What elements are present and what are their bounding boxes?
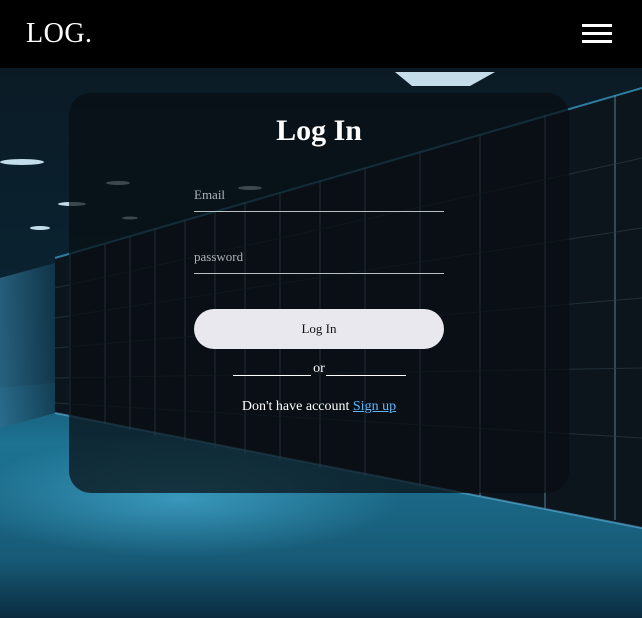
- hamburger-menu-icon[interactable]: [582, 24, 612, 44]
- login-card: Log In Log In or Don't have account Sign…: [69, 93, 569, 493]
- signup-prompt: Don't have account: [241, 399, 350, 414]
- logo[interactable]: LOG.: [26, 17, 93, 51]
- divider-line-left: [233, 375, 311, 376]
- or-divider: or: [233, 359, 406, 379]
- email-input[interactable]: [194, 181, 444, 209]
- page: LOG. Log In Email Log In or Don't have a…: [0, 0, 642, 618]
- navbar: LOG.: [0, 0, 642, 68]
- password-input[interactable]: [194, 243, 444, 271]
- login-title: Log In: [276, 114, 362, 147]
- email-field-wrapper: [194, 181, 444, 212]
- menu-line: [582, 24, 612, 27]
- signup-link[interactable]: Sign up: [353, 399, 396, 414]
- password-field-wrapper: [194, 243, 444, 274]
- divider-text: or: [313, 361, 325, 376]
- menu-line: [582, 32, 612, 35]
- login-button[interactable]: Log In: [194, 309, 444, 349]
- signup-row: Don't have account Sign up: [69, 397, 569, 417]
- divider-line-right: [326, 375, 406, 376]
- menu-line: [582, 40, 612, 43]
